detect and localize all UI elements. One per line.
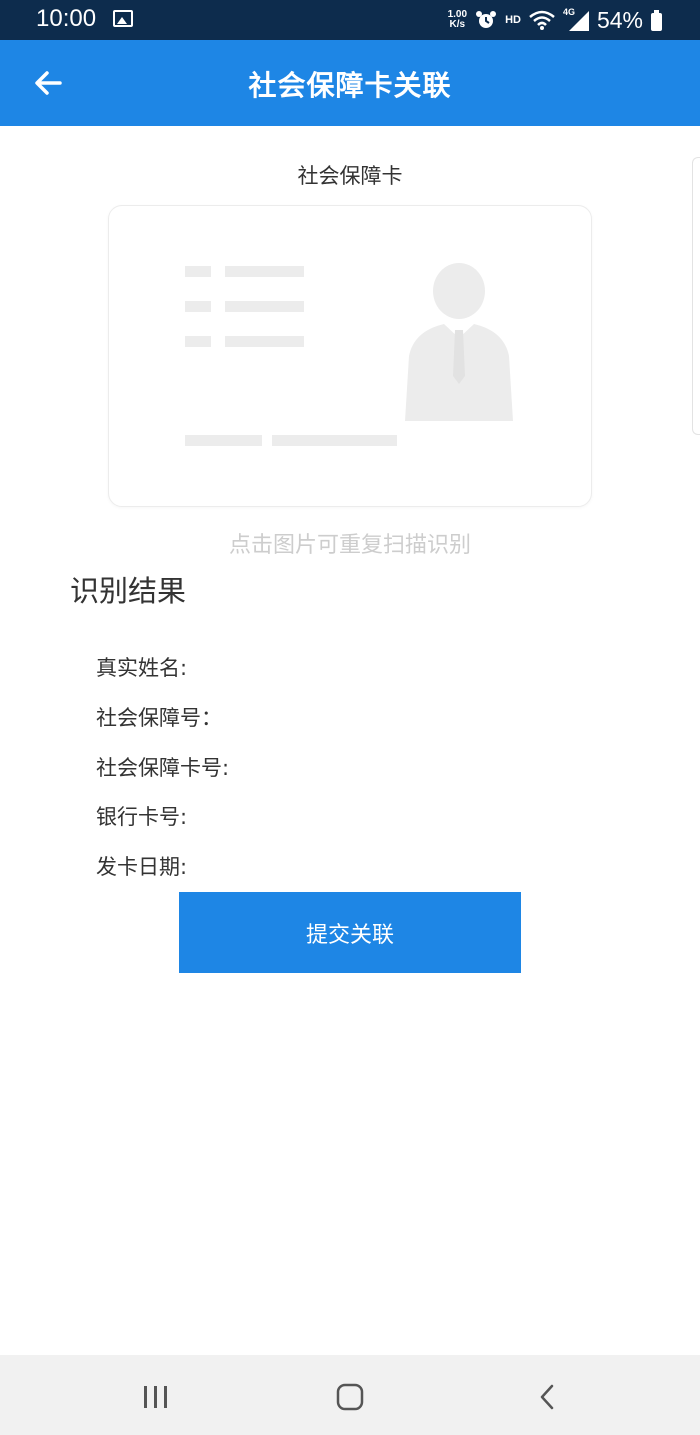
status-indicators: 1.00 K/s HD 4G 54% — [448, 5, 662, 35]
battery-percent: 54% — [596, 6, 643, 33]
wifi-icon — [529, 10, 555, 30]
page-title: 社会保障卡关联 — [248, 69, 452, 102]
result-heading: 识别结果 — [70, 574, 187, 608]
id-card-placeholder-illustration — [185, 263, 513, 446]
home-icon — [336, 1383, 364, 1411]
gallery-notification-icon — [113, 10, 133, 27]
network-speed-unit: K/s — [449, 19, 466, 30]
submit-link-button[interactable]: 提交关联 — [179, 892, 521, 973]
status-bar: 10:00 1.00 K/s HD 4G 54% — [0, 0, 700, 40]
alarm-icon — [476, 11, 497, 28]
field-social-security-number: 社会保障号： — [96, 706, 222, 730]
system-nav-bar — [0, 1355, 700, 1435]
battery-icon — [651, 10, 662, 31]
card-scan-image[interactable] — [108, 205, 592, 507]
scan-hint: 点击图片可重复扫描识别 — [228, 533, 471, 558]
edge-panel-handle[interactable] — [692, 157, 700, 435]
network-speed: 1.00 K/s — [448, 10, 467, 30]
app-bar: 社会保障卡关联 — [0, 40, 700, 126]
field-bank-card-number: 银行卡号: — [96, 805, 188, 829]
field-real-name: 真实姓名: — [96, 656, 188, 680]
recent-apps-icon — [144, 1386, 167, 1408]
cellular-signal: 4G — [563, 7, 589, 31]
card-caption: 社会保障卡 — [297, 164, 403, 188]
hd-badge: HD — [505, 14, 521, 26]
status-time: 10:00 — [36, 5, 97, 32]
signal-icon — [568, 11, 589, 31]
home-button[interactable] — [328, 1375, 372, 1419]
nav-back-button[interactable] — [526, 1375, 570, 1419]
recent-apps-button[interactable] — [134, 1375, 178, 1419]
field-social-security-card-number: 社会保障卡号: — [96, 756, 230, 780]
chevron-left-icon — [540, 1384, 554, 1410]
field-issue-date: 发卡日期: — [96, 855, 188, 879]
